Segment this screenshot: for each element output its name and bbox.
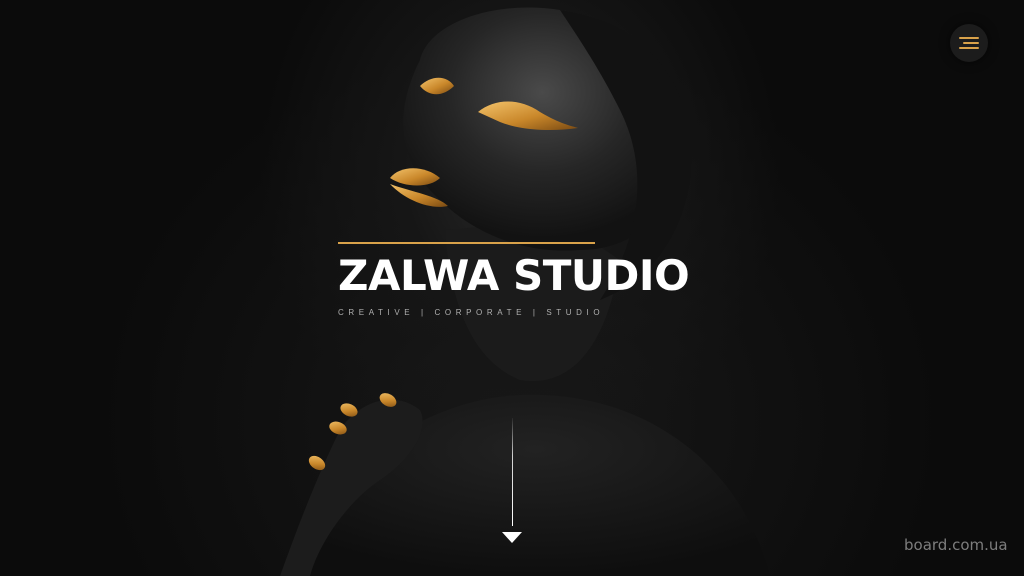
- hero-title: ZALWA STUDIO: [338, 251, 690, 300]
- scroll-indicator-line: [512, 418, 513, 526]
- hero-page: ZALWA STUDIO CREATIVE | CORPORATE | STUD…: [0, 0, 1024, 576]
- title-accent-line: [338, 242, 595, 244]
- menu-button[interactable]: [950, 24, 988, 62]
- hero-tagline: CREATIVE | CORPORATE | STUDIO: [338, 308, 605, 318]
- hero-heading-block: ZALWA STUDIO CREATIVE | CORPORATE | STUD…: [338, 242, 698, 317]
- hamburger-menu-icon: [959, 37, 979, 49]
- watermark-text: board.com.ua: [904, 536, 1008, 554]
- scroll-down-arrow-icon[interactable]: [502, 532, 522, 543]
